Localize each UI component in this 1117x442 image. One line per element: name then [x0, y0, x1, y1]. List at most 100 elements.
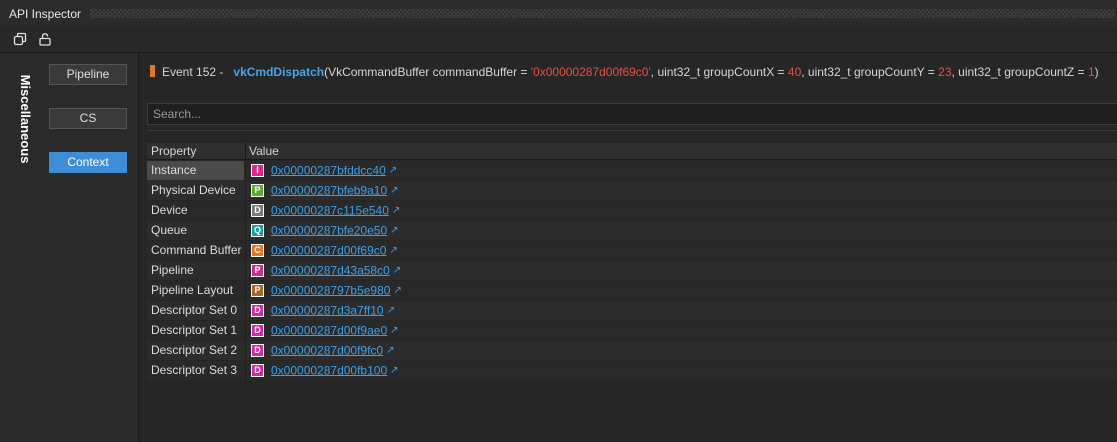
- tab-miscellaneous[interactable]: Miscellaneous: [15, 65, 35, 175]
- title-bar: API Inspector: [0, 0, 1117, 26]
- table-row[interactable]: Pipeline Layout P 0x0000028797b5e980 ↗: [147, 280, 1117, 300]
- table-row[interactable]: Device D 0x00000287c115e540 ↗: [147, 200, 1117, 220]
- table-row[interactable]: Descriptor Set 2 D 0x00000287d00f9fc0 ↗: [147, 340, 1117, 360]
- table-row[interactable]: Physical Device P 0x00000287bfeb9a10 ↗: [147, 180, 1117, 200]
- table-row[interactable]: Instance I 0x00000287bfddcc40 ↗: [147, 160, 1117, 180]
- value-cell: D 0x00000287d00f9fc0 ↗: [251, 343, 395, 358]
- event-args-open: (VkCommandBuffer commandBuffer =: [324, 65, 531, 79]
- external-link-icon[interactable]: ↗: [393, 265, 401, 276]
- event-sep3: , uint32_t groupCountZ =: [951, 65, 1088, 79]
- handle-link[interactable]: 0x00000287bfeb9a10: [271, 183, 387, 197]
- external-link-icon[interactable]: ↗: [390, 225, 398, 236]
- pipeline-button[interactable]: Pipeline: [49, 64, 127, 85]
- event-function[interactable]: vkCmdDispatch: [233, 65, 324, 79]
- handle-link[interactable]: 0x00000287bfe20e50: [271, 223, 387, 237]
- property-table: Property Value Instance I 0x00000287bfddcc…: [147, 143, 1117, 380]
- event-header: Event 152 - vkCmdDispatch(VkCommandBuffe…: [150, 63, 1099, 81]
- external-link-icon[interactable]: ↗: [390, 365, 398, 376]
- handle-link[interactable]: 0x00000287bfddcc40: [271, 163, 386, 177]
- event-sep2: , uint32_t groupCountY =: [801, 65, 939, 79]
- handle-link[interactable]: 0x00000287d00f9ae0: [271, 323, 387, 337]
- search-input[interactable]: [148, 104, 1117, 124]
- context-button[interactable]: Context: [49, 152, 127, 173]
- handle-link[interactable]: 0x00000287d00f69c0: [271, 243, 386, 257]
- column-divider[interactable]: [245, 143, 246, 159]
- toolbar: [0, 26, 1117, 53]
- table-header: Property Value: [147, 143, 1117, 160]
- title-bar-grip[interactable]: [90, 9, 1115, 18]
- handle-link[interactable]: 0x00000287d43a58c0: [271, 263, 390, 277]
- handle-link[interactable]: 0x00000287d00fb100: [271, 363, 387, 377]
- object-type-icon: C: [251, 244, 264, 258]
- search-box: [147, 103, 1117, 125]
- object-type-icon: D: [251, 204, 264, 218]
- cell-divider: [245, 221, 246, 240]
- table-row[interactable]: Queue Q 0x00000287bfe20e50 ↗: [147, 220, 1117, 240]
- event-groupz: 1: [1087, 65, 1095, 79]
- value-cell: D 0x00000287c115e540 ↗: [251, 203, 400, 218]
- event-sep1: , uint32_t groupCountX =: [650, 65, 788, 79]
- property-cell: Descriptor Set 1: [151, 323, 238, 337]
- header-value[interactable]: Value: [249, 143, 279, 159]
- handle-link[interactable]: 0x00000287d3a7ff10: [271, 303, 384, 317]
- value-cell: P 0x0000028797b5e980 ↗: [251, 283, 402, 298]
- object-type-icon: Q: [251, 224, 264, 238]
- event-groupx: 40: [787, 65, 802, 79]
- external-link-icon[interactable]: ↗: [392, 205, 400, 216]
- object-type-icon: P: [251, 264, 264, 278]
- header-property[interactable]: Property: [151, 143, 196, 159]
- value-cell: D 0x00000287d00f9ae0 ↗: [251, 323, 399, 338]
- table-row[interactable]: Pipeline P 0x00000287d43a58c0 ↗: [147, 260, 1117, 280]
- cell-divider: [245, 161, 246, 180]
- event-args-close: ): [1094, 65, 1099, 79]
- external-link-icon[interactable]: ↗: [389, 245, 397, 256]
- external-link-icon[interactable]: ↗: [387, 305, 395, 316]
- value-cell: D 0x00000287d00fb100 ↗: [251, 363, 399, 378]
- object-type-icon: I: [251, 164, 264, 178]
- property-cell: Descriptor Set 2: [151, 343, 238, 357]
- value-cell: D 0x00000287d3a7ff10 ↗: [251, 303, 395, 318]
- copy-icon[interactable]: [12, 31, 28, 47]
- table-row[interactable]: Descriptor Set 0 D 0x00000287d3a7ff10 ↗: [147, 300, 1117, 320]
- table-row[interactable]: Descriptor Set 3 D 0x00000287d00fb100 ↗: [147, 360, 1117, 380]
- property-cell: Device: [151, 203, 188, 217]
- cell-divider: [245, 341, 246, 360]
- lock-icon[interactable]: [37, 31, 53, 47]
- value-cell: Q 0x00000287bfe20e50 ↗: [251, 223, 399, 238]
- object-type-icon: D: [251, 324, 264, 338]
- external-link-icon[interactable]: ↗: [390, 185, 398, 196]
- event-groupy: 23: [938, 65, 952, 79]
- external-link-icon[interactable]: ↗: [390, 325, 398, 336]
- object-type-icon: D: [251, 364, 264, 378]
- table-row[interactable]: Descriptor Set 1 D 0x00000287d00f9ae0 ↗: [147, 320, 1117, 340]
- property-cell: Physical Device: [151, 183, 236, 197]
- cell-divider: [245, 281, 246, 300]
- object-type-icon: D: [251, 344, 264, 358]
- external-link-icon[interactable]: ↗: [389, 165, 397, 176]
- property-cell: Descriptor Set 3: [151, 363, 238, 377]
- divider: [147, 130, 1117, 131]
- tab-miscellaneous-label: Miscellaneous: [18, 74, 33, 164]
- cell-divider: [245, 201, 246, 220]
- event-marker: [150, 65, 155, 77]
- object-type-icon: P: [251, 284, 264, 298]
- property-cell: Instance: [147, 161, 244, 180]
- property-cell: Descriptor Set 0: [151, 303, 238, 317]
- handle-link[interactable]: 0x0000028797b5e980: [271, 283, 390, 297]
- table-row[interactable]: Command Buffer C 0x00000287d00f69c0 ↗: [147, 240, 1117, 260]
- property-cell: Queue: [151, 223, 188, 237]
- external-link-icon[interactable]: ↗: [386, 345, 394, 356]
- event-id: Event 152 -: [162, 65, 224, 79]
- left-panel: Miscellaneous Pipeline CS Context: [0, 53, 139, 442]
- handle-link[interactable]: 0x00000287d00f9fc0: [271, 343, 383, 357]
- external-link-icon[interactable]: ↗: [393, 285, 401, 296]
- cell-divider: [245, 181, 246, 200]
- value-cell: C 0x00000287d00f69c0 ↗: [251, 243, 398, 258]
- window-title: API Inspector: [9, 6, 86, 22]
- table-body: Instance I 0x00000287bfddcc40 ↗ Physical Dev…: [147, 160, 1117, 380]
- object-type-icon: D: [251, 304, 264, 318]
- cell-divider: [245, 241, 246, 260]
- value-cell: P 0x00000287bfeb9a10 ↗: [251, 183, 399, 198]
- cs-button[interactable]: CS: [49, 108, 127, 129]
- handle-link[interactable]: 0x00000287c115e540: [271, 203, 389, 217]
